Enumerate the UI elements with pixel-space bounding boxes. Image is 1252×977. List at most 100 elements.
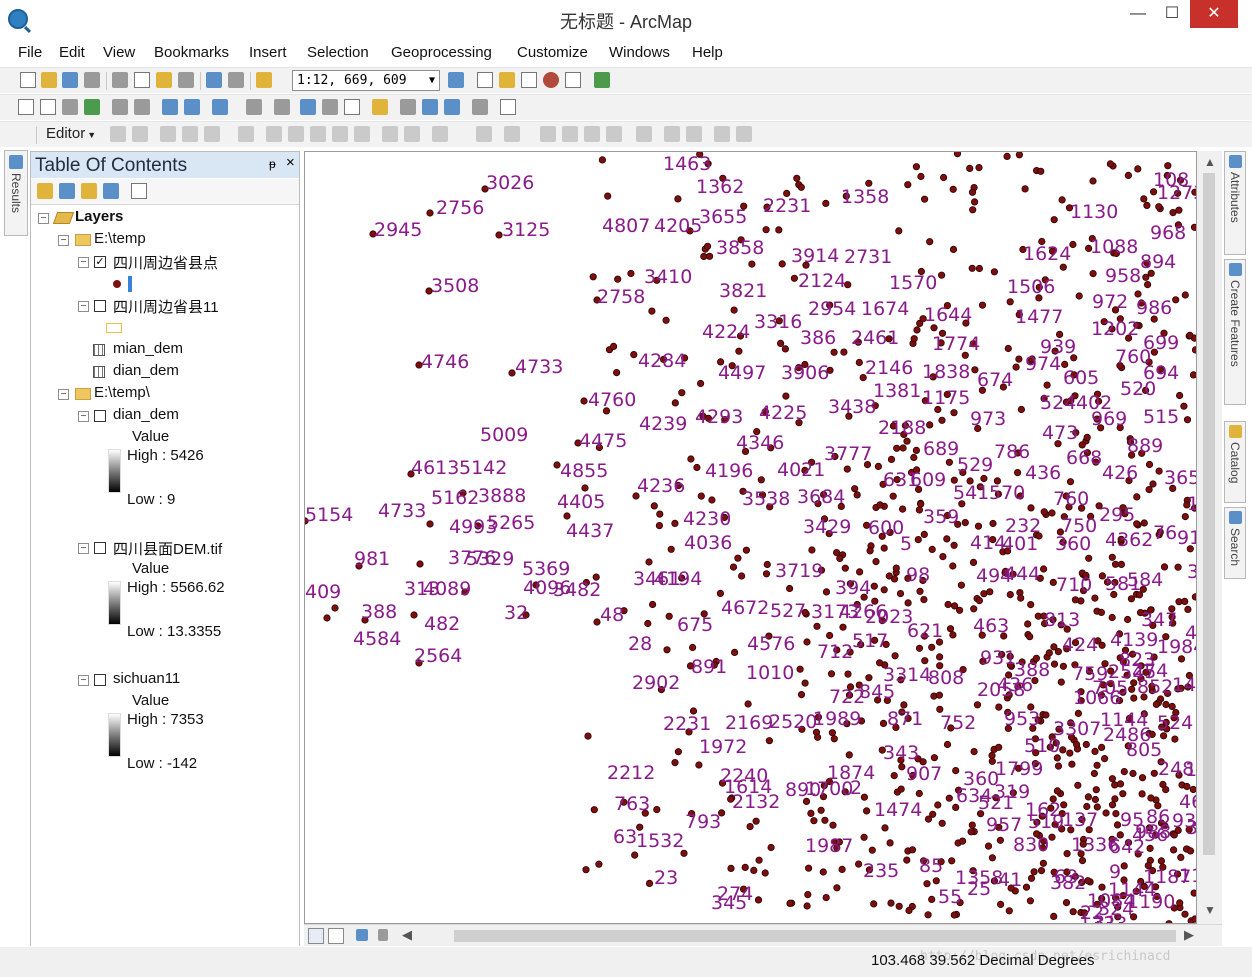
map-point-feature[interactable]: [734, 554, 742, 562]
map-point-feature[interactable]: [1100, 754, 1109, 763]
scroll-left-icon[interactable]: ◀: [402, 927, 412, 943]
map-point-feature[interactable]: [975, 164, 983, 172]
map-point-feature[interactable]: [1082, 740, 1090, 749]
map-point-feature[interactable]: [801, 679, 809, 687]
collapse-icon[interactable]: −: [78, 257, 89, 268]
map-point-feature[interactable]: [929, 810, 937, 818]
map-point-feature[interactable]: [928, 545, 936, 553]
measure-icon[interactable]: [372, 99, 388, 115]
map-point-feature[interactable]: [822, 588, 831, 596]
list-by-source-icon[interactable]: [59, 183, 75, 199]
map-point-feature[interactable]: [930, 754, 939, 762]
map-point-feature[interactable]: [1039, 565, 1048, 573]
replication-icon[interactable]: [714, 126, 730, 142]
map-point-feature[interactable]: [1140, 519, 1148, 527]
map-point-feature[interactable]: [1027, 504, 1035, 512]
map-point-feature[interactable]: [426, 520, 434, 528]
map-point-feature[interactable]: [833, 884, 841, 892]
map-point-feature[interactable]: [822, 199, 830, 208]
map-point-feature[interactable]: [978, 301, 987, 309]
map-point-feature[interactable]: [416, 560, 424, 568]
map-point-feature[interactable]: [895, 902, 903, 910]
map-vertical-scrollbar[interactable]: ▲ ▼: [1197, 151, 1222, 924]
map-point-feature[interactable]: [1004, 344, 1012, 353]
map-point-feature[interactable]: [803, 902, 811, 910]
toc-group-path[interactable]: E:\temp\: [94, 384, 150, 401]
map-point-feature[interactable]: [730, 648, 739, 656]
map-point-feature[interactable]: [945, 794, 953, 802]
map-point-feature[interactable]: [1084, 793, 1093, 801]
map-point-feature[interactable]: [696, 379, 705, 388]
map-point-feature[interactable]: [879, 719, 888, 728]
map-point-feature[interactable]: [1092, 786, 1100, 794]
map-point-feature[interactable]: [1026, 633, 1034, 641]
toc-layer-name[interactable]: sichuan11: [113, 670, 180, 687]
map-point-feature[interactable]: [671, 399, 679, 407]
map-point-feature[interactable]: [926, 238, 934, 246]
map-point-feature[interactable]: [822, 893, 830, 902]
map-point-feature[interactable]: [949, 631, 957, 639]
map-point-feature[interactable]: [655, 521, 663, 530]
map-point-feature[interactable]: [939, 552, 947, 561]
map-point-feature[interactable]: [1189, 371, 1196, 379]
menu-selection[interactable]: Selection: [307, 44, 369, 61]
toc-options-icon[interactable]: [131, 183, 147, 199]
map-point-feature[interactable]: [1169, 846, 1178, 854]
map-point-feature[interactable]: [1059, 746, 1067, 754]
map-point-feature[interactable]: [1111, 781, 1119, 789]
map-point-feature[interactable]: [968, 821, 976, 829]
map-point-feature[interactable]: [1162, 700, 1170, 709]
map-point-feature[interactable]: [1117, 560, 1126, 568]
minimize-button[interactable]: —: [1122, 0, 1154, 28]
map-point-feature[interactable]: [1175, 391, 1184, 400]
map-point-feature[interactable]: [1022, 883, 1031, 891]
map-point-feature[interactable]: [1017, 594, 1025, 602]
map-point-feature[interactable]: [891, 652, 899, 660]
new-document-icon[interactable]: [20, 72, 36, 88]
map-point-feature[interactable]: [889, 492, 897, 500]
map-point-feature[interactable]: [804, 890, 812, 899]
map-point-feature[interactable]: [897, 785, 905, 793]
collapse-icon[interactable]: −: [78, 543, 89, 554]
search-side-tab[interactable]: Search: [1224, 507, 1246, 579]
map-point-feature[interactable]: [920, 195, 929, 203]
map-point-feature[interactable]: [757, 476, 765, 484]
collapse-icon[interactable]: −: [78, 675, 89, 686]
map-point-feature[interactable]: [1177, 853, 1185, 862]
map-point-feature[interactable]: [875, 659, 884, 667]
map-point-feature[interactable]: [887, 899, 895, 907]
map-point-feature[interactable]: [950, 541, 958, 549]
map-point-feature[interactable]: [1074, 709, 1083, 718]
add-data-icon[interactable]: [256, 72, 272, 88]
map-point-feature[interactable]: [932, 877, 940, 885]
map-point-feature[interactable]: [1133, 493, 1141, 501]
map-point-feature[interactable]: [1183, 416, 1192, 424]
map-point-feature[interactable]: [1043, 381, 1051, 389]
map-point-feature[interactable]: [741, 863, 749, 872]
horizontal-scroll-thumb[interactable]: [454, 930, 1176, 942]
map-point-feature[interactable]: [803, 638, 811, 646]
pause-drawing-icon[interactable]: [378, 929, 388, 941]
map-point-feature[interactable]: [667, 545, 675, 553]
map-point-feature[interactable]: [1180, 402, 1188, 410]
pan-hand-icon[interactable]: [62, 99, 78, 115]
map-point-feature[interactable]: [885, 572, 893, 580]
map-point-feature[interactable]: [874, 462, 883, 470]
map-point-feature[interactable]: [697, 492, 705, 500]
map-point-feature[interactable]: [1155, 203, 1163, 211]
map-point-feature[interactable]: [905, 906, 913, 915]
versioning-icon[interactable]: [664, 126, 680, 142]
map-point-feature[interactable]: [1164, 162, 1172, 170]
map-point-feature[interactable]: [1066, 478, 1075, 486]
toc-raster-dian-dem[interactable]: dian_dem: [113, 362, 179, 379]
map-point-feature[interactable]: [1169, 208, 1177, 217]
create-viewer-window-icon[interactable]: [500, 99, 516, 115]
map-point-feature[interactable]: [995, 703, 1003, 711]
map-point-feature[interactable]: [1186, 847, 1195, 855]
map-point-feature[interactable]: [920, 595, 928, 604]
print-icon[interactable]: [84, 72, 100, 88]
menu-file[interactable]: File: [18, 44, 42, 61]
map-point-feature[interactable]: [1006, 590, 1014, 599]
editor-menu-button[interactable]: Editor ▼: [46, 125, 96, 142]
map-point-feature[interactable]: [876, 501, 884, 509]
